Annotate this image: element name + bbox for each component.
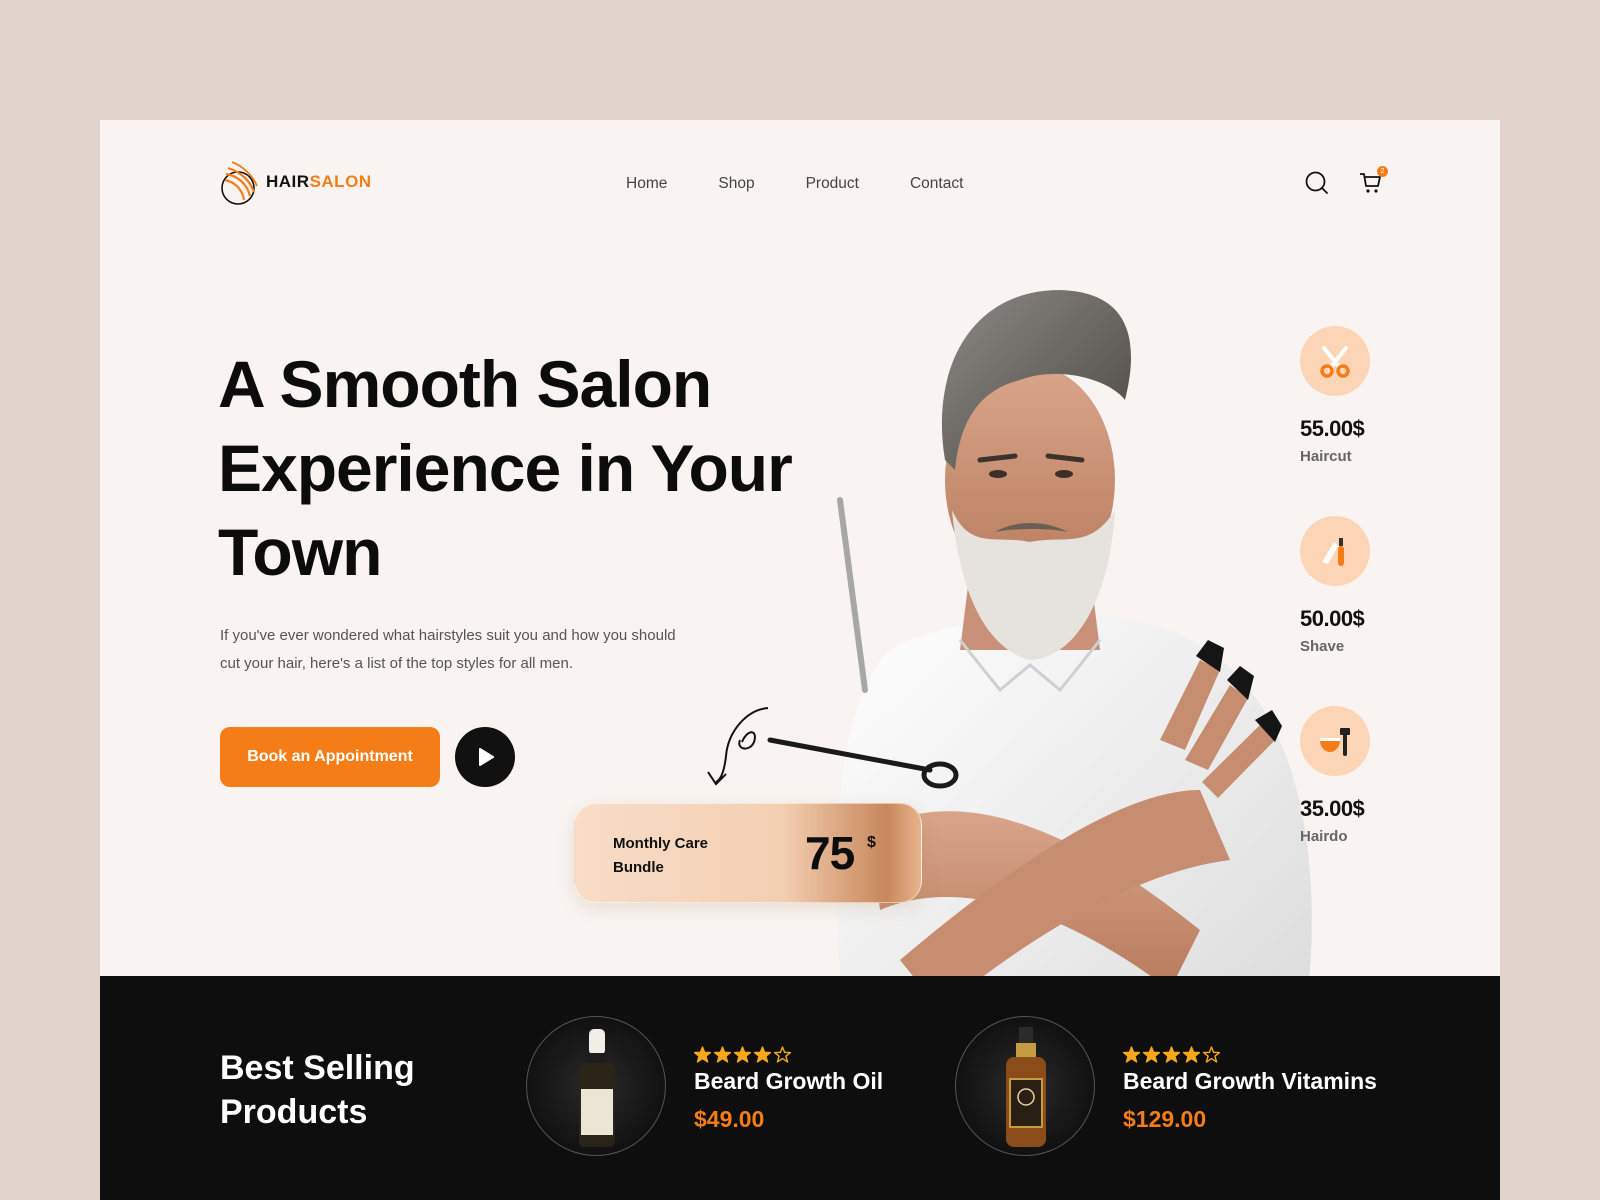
brand-name-part1: HAIR [266,172,310,191]
service-name: Hairdo [1300,828,1348,845]
main-nav: Home Shop Product Contact [626,175,963,193]
star-rating [1123,1046,1220,1063]
hero-description: If you've ever wondered what hairstyles … [220,627,676,672]
nav-contact[interactable]: Contact [910,175,963,193]
star-filled-icon [734,1046,751,1063]
book-appointment-button[interactable]: Book an Appointment [220,727,440,787]
bundle-price: 75 [805,827,855,879]
product-name: Beard Growth Vitamins [1123,1068,1377,1094]
section-title: Best Selling Products [220,1049,415,1131]
play-icon [479,748,494,766]
service-price: 55.00$ [1300,416,1365,441]
nav-home[interactable]: Home [626,175,667,193]
star-filled-icon [1143,1046,1160,1063]
service-shave[interactable]: 50.00$ Shave [1300,516,1440,655]
search-icon[interactable] [1304,170,1330,196]
curly-arrow-icon [707,707,769,786]
brand-name-part2: SALON [309,172,372,191]
star-filled-icon [714,1046,731,1063]
product-price: $129.00 [1123,1106,1207,1132]
razor-icon [1300,516,1370,586]
service-name: Shave [1300,638,1345,655]
product-image [526,1016,666,1156]
brand-logo[interactable]: HAIRSALON [220,158,372,206]
star-empty-icon [774,1046,791,1063]
play-video-button[interactable] [455,727,515,787]
bundle-label: Monthly Care Bundle [613,835,709,876]
star-filled-icon [1123,1046,1140,1063]
nav-shop[interactable]: Shop [718,175,754,193]
star-filled-icon [694,1046,711,1063]
service-haircut[interactable]: 55.00$ Haircut [1300,326,1440,465]
product-name: Beard Growth Oil [694,1068,884,1094]
cart-icon[interactable]: 2 [1358,166,1388,196]
nav-product[interactable]: Product [806,175,859,193]
brush-bowl-icon [1300,706,1370,776]
cart-count-badge: 2 [1377,166,1388,177]
star-rating [694,1046,791,1063]
star-filled-icon [1163,1046,1180,1063]
service-price: 35.00$ [1300,796,1365,821]
brand-name: HAIRSALON [266,172,372,192]
star-filled-icon [1183,1046,1200,1063]
landing-page: HAIRSALON Home Shop Product Contact 2 A … [100,120,1500,1200]
hero-title: A Smooth Salon Experience in Your Town [218,347,793,589]
bundle-currency: $ [867,834,876,851]
scissors-icon [1300,326,1370,396]
hair-swirl-icon [221,161,258,205]
star-empty-icon [1203,1046,1220,1063]
best-selling-section: Best Selling Products Beard Growth Oil $… [100,976,1500,1200]
product-image [955,1016,1095,1156]
star-filled-icon [754,1046,771,1063]
product-price: $49.00 [694,1106,765,1132]
monthly-bundle-card[interactable]: Monthly Care Bundle 75 $ [574,803,922,903]
service-name: Haircut [1300,448,1352,465]
header-actions: 2 [1304,166,1388,196]
service-hairdo[interactable]: 35.00$ Hairdo [1300,706,1440,845]
service-price: 50.00$ [1300,606,1365,631]
